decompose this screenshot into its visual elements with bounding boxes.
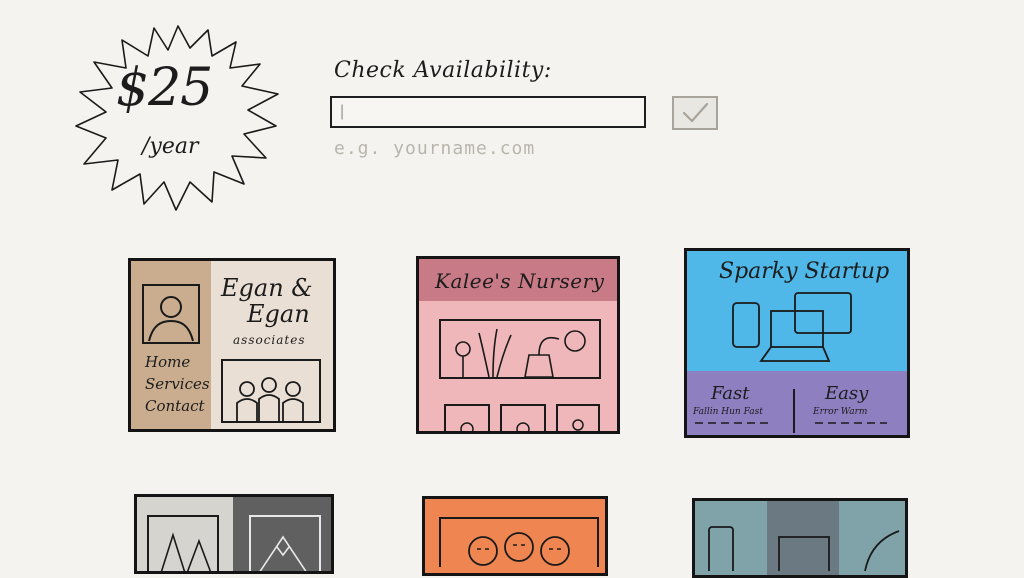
flowers-banner-icon bbox=[439, 319, 601, 379]
feature-fast-title: Fast bbox=[711, 383, 750, 404]
egan-title-line1: Egan & bbox=[221, 274, 313, 302]
domain-example-hint: e.g. yourname.com bbox=[334, 138, 536, 159]
nav-link-contact: Contact bbox=[145, 397, 205, 415]
product-thumbnails-icon bbox=[444, 404, 600, 431]
egan-title-line2: Egan bbox=[247, 300, 310, 328]
nav-link-services: Services bbox=[145, 375, 210, 393]
egan-subtitle: associates bbox=[233, 333, 306, 347]
person-avatar-icon bbox=[142, 284, 200, 344]
theme-card-startup[interactable]: Sparky Startup Fast Fallin Hun Fast Easy… bbox=[684, 248, 910, 438]
egan-nav: Home Services Contact bbox=[145, 351, 210, 417]
price-amount: $25 bbox=[116, 58, 213, 118]
check-availability-button[interactable] bbox=[672, 96, 718, 130]
theme-card-orange[interactable] bbox=[422, 496, 608, 576]
tree-photo-icon bbox=[147, 515, 219, 571]
nursery-title: Kalee's Nursery bbox=[435, 269, 605, 293]
theme-card-nursery[interactable]: Kalee's Nursery bbox=[416, 256, 620, 434]
nav-link-home: Home bbox=[145, 353, 191, 371]
theme-card-egan[interactable]: Home Services Contact Egan & Egan associ… bbox=[128, 258, 336, 432]
feature-fast-text: Fallin Hun Fast bbox=[693, 407, 763, 417]
devices-icon bbox=[732, 292, 852, 362]
team-photo-icon bbox=[221, 359, 321, 423]
theme-card-gallery[interactable] bbox=[134, 494, 334, 574]
devices-preview-icon bbox=[708, 526, 900, 571]
theme-card-teal[interactable] bbox=[692, 498, 908, 578]
feature-easy-title: Easy bbox=[825, 383, 869, 404]
feature-easy-text: Error Warm bbox=[813, 407, 868, 417]
startup-title: Sparky Startup bbox=[719, 259, 890, 284]
price-period: /year bbox=[142, 134, 199, 159]
startup-features bbox=[687, 371, 907, 435]
mountain-photo-icon bbox=[249, 515, 321, 571]
availability-label: Check Availability: bbox=[334, 58, 552, 83]
feature-text-lines bbox=[695, 422, 887, 424]
checkmark-icon bbox=[682, 102, 709, 123]
domain-search-input[interactable] bbox=[330, 96, 646, 128]
price-burst: $25 /year bbox=[72, 22, 284, 212]
egan-title: Egan & Egan bbox=[221, 275, 313, 327]
